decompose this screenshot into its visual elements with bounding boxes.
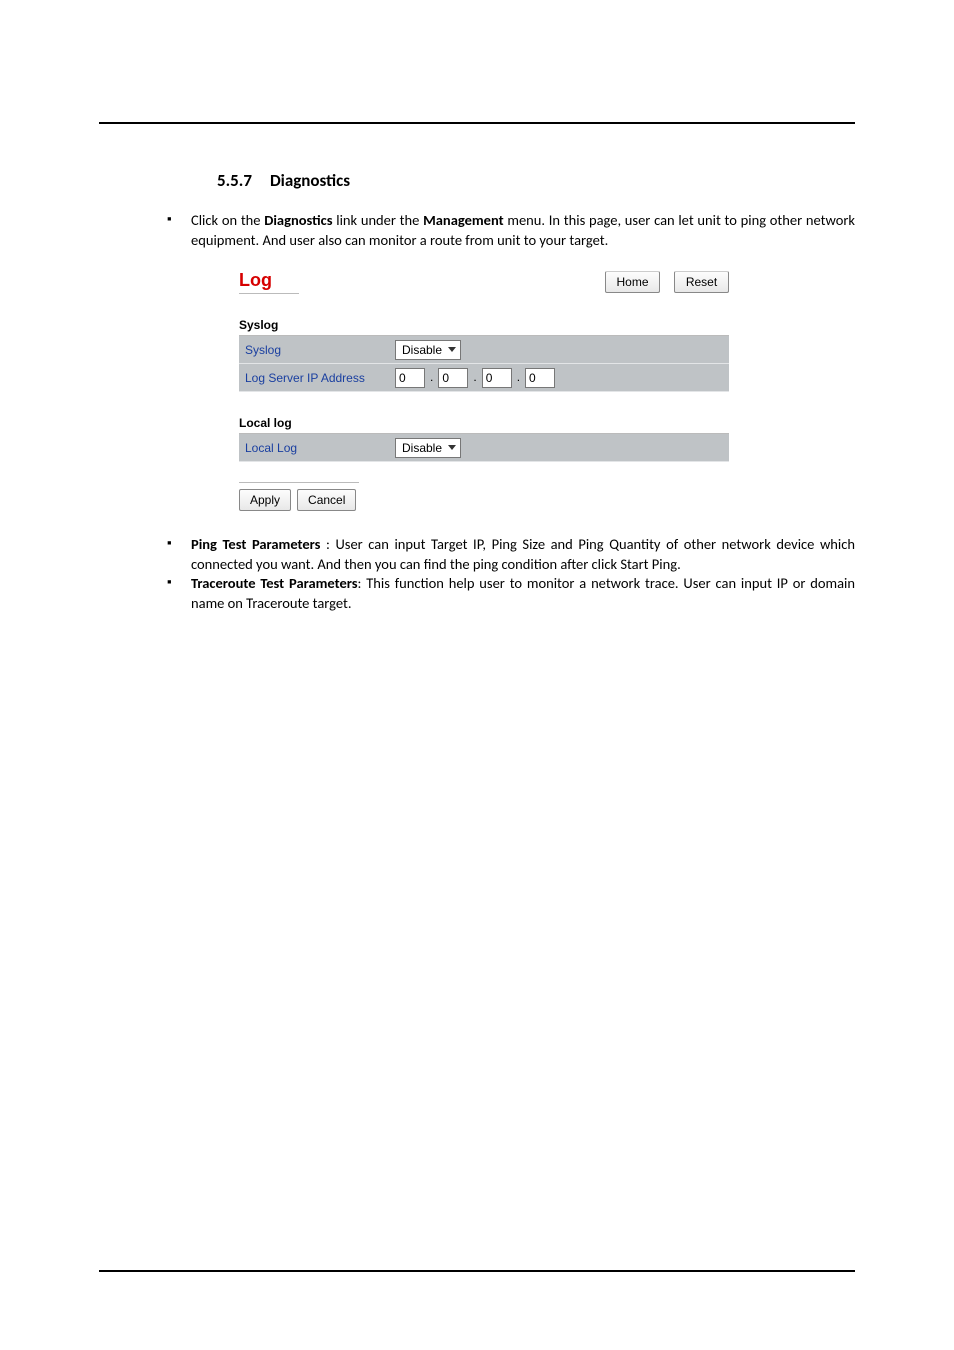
- ip-label: Log Server IP Address: [245, 371, 395, 385]
- locallog-select-value: Disable: [402, 441, 442, 455]
- syslog-section-label: Syslog: [239, 318, 729, 336]
- param-list: Ping Test Parameters : User can input Ta…: [161, 535, 855, 613]
- ping-params-item: Ping Test Parameters : User can input Ta…: [161, 535, 855, 574]
- reset-button[interactable]: Reset: [674, 271, 729, 293]
- syslog-select[interactable]: Disable: [395, 340, 461, 360]
- chevron-down-icon: [448, 347, 456, 352]
- ip-octet-2[interactable]: 0: [438, 368, 468, 388]
- syslog-control: Disable: [395, 340, 461, 360]
- ip-octet-4[interactable]: 0: [525, 368, 555, 388]
- traceroute-params-item: Traceroute Test Parameters: This functio…: [161, 574, 855, 613]
- locallog-label: Local Log: [245, 441, 395, 455]
- footer-rule: [99, 1270, 855, 1272]
- intro-pre: Click on the: [191, 211, 264, 229]
- locallog-section-label: Local log: [239, 416, 729, 434]
- ip-control: 0 . 0 . 0 . 0: [395, 368, 555, 388]
- home-button[interactable]: Home: [605, 271, 660, 293]
- syslog-row: Syslog Disable: [239, 336, 729, 364]
- header-rule: [99, 122, 855, 124]
- intro-item: Click on the Diagnostics link under the …: [161, 211, 855, 250]
- locallog-row: Local Log Disable: [239, 434, 729, 462]
- panel-header: Log Home Reset: [239, 270, 729, 294]
- panel-footer-buttons: Apply Cancel: [239, 482, 359, 511]
- intro-list: Click on the Diagnostics link under the …: [161, 211, 855, 250]
- heading-number: 5.5.7: [217, 170, 252, 191]
- ip-dot: .: [515, 372, 522, 388]
- section-heading: 5.5.7 Diagnostics: [217, 170, 855, 191]
- ip-dot: .: [428, 372, 435, 388]
- syslog-label: Syslog: [245, 343, 395, 357]
- panel-header-buttons: Home Reset: [605, 271, 729, 293]
- syslog-select-value: Disable: [402, 343, 442, 357]
- ip-octet-1[interactable]: 0: [395, 368, 425, 388]
- page: 5.5.7 Diagnostics Click on the Diagnostic…: [0, 0, 954, 1350]
- chevron-down-icon: [448, 445, 456, 450]
- heading-title: Diagnostics: [270, 170, 350, 191]
- locallog-select[interactable]: Disable: [395, 438, 461, 458]
- traceroute-params-bold: Traceroute Test Parameters: [191, 574, 358, 592]
- cancel-button[interactable]: Cancel: [297, 489, 356, 511]
- log-panel: Log Home Reset Syslog Syslog Disable Log…: [239, 270, 729, 511]
- ip-row: Log Server IP Address 0 . 0 . 0 . 0: [239, 364, 729, 392]
- intro-mid: link under the: [333, 211, 424, 229]
- ip-dot: .: [471, 372, 478, 388]
- ping-params-bold: Ping Test Parameters: [191, 535, 320, 553]
- panel-title: Log: [239, 270, 299, 294]
- locallog-control: Disable: [395, 438, 461, 458]
- apply-button[interactable]: Apply: [239, 489, 291, 511]
- intro-bold-management: Management: [423, 211, 504, 229]
- ip-octet-3[interactable]: 0: [482, 368, 512, 388]
- intro-bold-diagnostics: Diagnostics: [264, 211, 332, 229]
